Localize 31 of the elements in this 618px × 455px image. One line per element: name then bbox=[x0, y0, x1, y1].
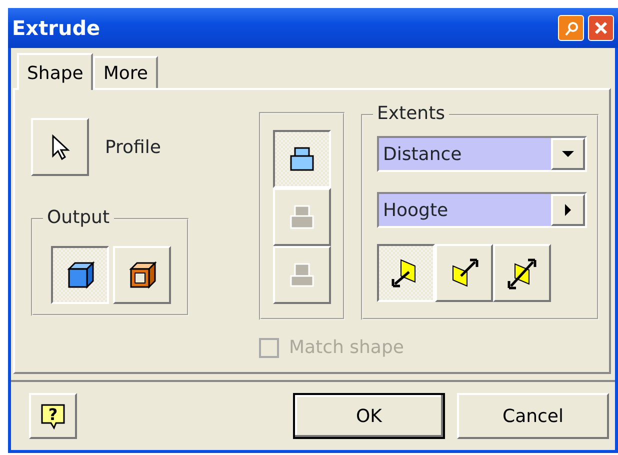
group-label: Output bbox=[43, 207, 114, 229]
solid-cube-icon bbox=[65, 261, 95, 289]
intersect-icon bbox=[289, 262, 315, 288]
cut-icon bbox=[289, 204, 315, 230]
direction-symmetric-button[interactable] bbox=[493, 244, 551, 302]
close-button[interactable] bbox=[588, 15, 614, 41]
hollow-cube-icon bbox=[127, 261, 157, 289]
tab[interactable]: More bbox=[93, 56, 158, 88]
dialog-button[interactable]: Cancel bbox=[457, 393, 609, 439]
distance-field[interactable]: Hoogte bbox=[377, 192, 587, 228]
cursor-arrow-icon bbox=[50, 134, 70, 160]
join-icon bbox=[289, 146, 315, 172]
pin-button[interactable] bbox=[558, 15, 584, 41]
window-title: Extrude bbox=[12, 15, 102, 42]
direction-two-button[interactable] bbox=[435, 244, 493, 302]
extent-type-dropdown[interactable]: Distance bbox=[377, 136, 587, 172]
output-surface-button[interactable] bbox=[113, 246, 171, 304]
dropdown-arrow-icon bbox=[561, 150, 575, 158]
dialog-button[interactable]: OK bbox=[293, 393, 445, 439]
help-icon: ? bbox=[40, 402, 66, 430]
tab[interactable]: Shape bbox=[17, 53, 94, 90]
match-shape-label: Match shape bbox=[289, 336, 404, 360]
direction-arrow-icon bbox=[505, 256, 539, 290]
close-icon bbox=[593, 20, 609, 36]
operation-join-button[interactable] bbox=[273, 130, 331, 188]
select-profile-button[interactable] bbox=[31, 118, 89, 176]
profile-label: Profile bbox=[105, 136, 161, 160]
right-arrow-icon bbox=[564, 203, 572, 217]
output-solid-button[interactable] bbox=[51, 246, 109, 304]
help-button[interactable]: ? bbox=[29, 393, 77, 439]
direction-one-button[interactable] bbox=[377, 244, 435, 302]
